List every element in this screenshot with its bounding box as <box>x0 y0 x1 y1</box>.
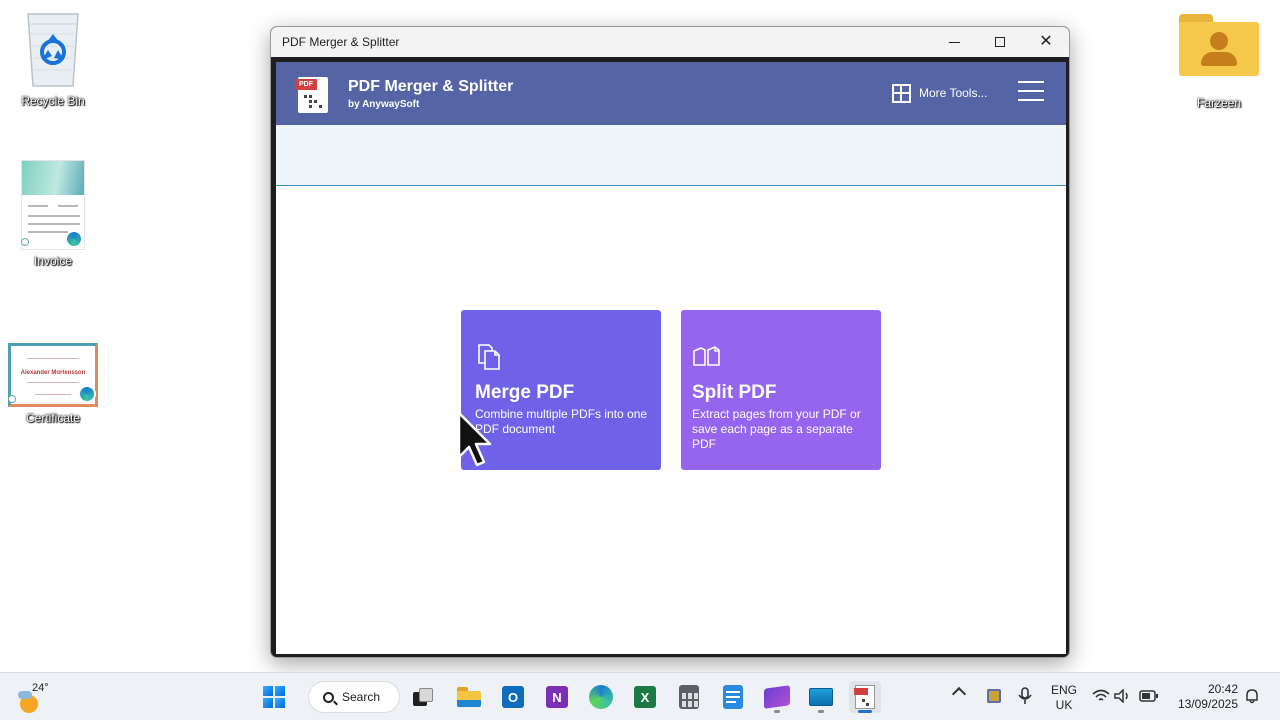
volume-icon[interactable] <box>1113 685 1133 707</box>
split-pdf-card[interactable]: Split PDF Extract pages from your PDF or… <box>681 310 881 470</box>
pdf-merger-icon <box>854 685 875 709</box>
taskbar-remote-desktop[interactable] <box>805 681 837 713</box>
task-view-button[interactable] <box>407 681 439 713</box>
battery-icon[interactable] <box>1139 685 1159 707</box>
desktop-icon-label: Recycle Bin <box>21 94 85 108</box>
app-name: PDF Merger & Splitter <box>348 78 514 95</box>
sync-status-icon <box>8 395 16 403</box>
taskbar-outlook[interactable]: O <box>497 681 529 713</box>
search-label: Search <box>342 690 381 704</box>
lang-region: UK <box>1055 698 1073 712</box>
app-byline: by AnywaySoft <box>348 99 420 110</box>
card-title: Merge PDF <box>475 382 575 403</box>
app-header: PDF PDF Merger & Splitter by AnywaySoft … <box>276 62 1066 125</box>
clock-time: 20:42 <box>1207 682 1238 696</box>
window-app-icon <box>809 688 833 706</box>
weather-widget[interactable]: 24° <box>18 681 68 713</box>
minimize-icon <box>948 41 960 43</box>
taskbar-excel[interactable]: X <box>629 681 661 713</box>
taskbar: 24° Search O N X ENG UK 20:42 13/09/2025 <box>0 672 1280 720</box>
card-description: Extract pages from your PDF or save each… <box>692 407 861 451</box>
desktop-icon-label: Certificate <box>25 411 81 425</box>
card-title: Split PDF <box>692 382 777 403</box>
taskbar-calculator[interactable] <box>673 681 705 713</box>
menu-button[interactable] <box>1018 81 1044 101</box>
app-logo-tag: PDF <box>295 79 317 90</box>
sync-status-icon <box>21 238 29 246</box>
tray-app-icon[interactable] <box>984 685 1004 707</box>
close-icon: ✕ <box>1039 33 1053 50</box>
system-clock[interactable]: 20:42 13/09/2025 <box>1170 682 1238 712</box>
microphone-icon[interactable] <box>1015 685 1035 707</box>
running-indicator <box>774 710 780 713</box>
edge-icon <box>65 230 83 248</box>
desktop-icon-label: Invoice <box>33 254 73 268</box>
desktop-icon-invoice[interactable]: Invoice <box>0 160 108 268</box>
certificate-thumb-name: Alexander Mortensson <box>20 370 86 376</box>
edge-icon <box>589 685 613 709</box>
card-description: Combine multiple PDFs into one PDF docum… <box>475 407 648 436</box>
taskbar-notepad[interactable] <box>717 681 749 713</box>
notifications-icon[interactable] <box>1244 688 1260 704</box>
minimize-button[interactable] <box>931 27 977 57</box>
taskbar-file-explorer[interactable] <box>453 681 485 713</box>
app-logo-icon: PDF <box>295 77 328 113</box>
window-titlebar[interactable]: PDF Merger & Splitter ✕ <box>271 27 1069 57</box>
app-client-area: PDF PDF Merger & Splitter by AnywaySoft … <box>276 62 1066 654</box>
app-window: PDF Merger & Splitter ✕ PDF PDF Merger &… <box>270 26 1070 658</box>
taskbar-search[interactable]: Search <box>308 681 400 713</box>
onenote-icon: N <box>546 686 568 708</box>
show-hidden-icons-chevron-icon[interactable] <box>951 686 967 702</box>
close-button[interactable]: ✕ <box>1023 27 1069 57</box>
maximize-button[interactable] <box>977 27 1023 57</box>
taskbar-pdf-merger[interactable] <box>849 681 881 713</box>
notepad-icon <box>723 685 743 709</box>
maximize-icon <box>995 37 1005 47</box>
more-tools-label: More Tools... <box>919 86 988 100</box>
lang-primary: ENG <box>1050 683 1077 697</box>
wifi-icon[interactable] <box>1091 685 1111 707</box>
running-indicator <box>858 710 872 713</box>
folder-icon <box>457 687 481 707</box>
input-language-indicator[interactable]: ENG UK <box>1048 683 1080 713</box>
search-icon <box>323 691 334 703</box>
merge-pages-icon <box>478 344 500 370</box>
video-editor-icon <box>764 685 790 709</box>
taskbar-onenote[interactable]: N <box>541 681 573 713</box>
weather-temperature: 24° <box>32 682 49 694</box>
desktop-icon-user-folder[interactable]: Farzeen <box>1164 14 1274 110</box>
excel-icon: X <box>634 686 656 708</box>
grid-icon <box>892 83 911 103</box>
desktop-icon-certificate[interactable]: Alexander Mortensson Certificate <box>0 343 108 425</box>
task-view-icon <box>413 688 433 706</box>
window-title: PDF Merger & Splitter <box>282 35 400 49</box>
mouse-cursor-icon <box>457 411 492 467</box>
weather-cloud-icon <box>18 691 32 699</box>
more-tools-button[interactable]: More Tools... <box>892 82 987 104</box>
calculator-icon <box>679 685 699 709</box>
toolbar-strip <box>276 125 1066 186</box>
split-pages-icon <box>693 346 720 366</box>
desktop-icon-recycle-bin[interactable]: Recycle Bin <box>0 6 108 108</box>
start-button[interactable] <box>258 681 290 713</box>
recycle-bin-icon <box>27 13 79 87</box>
outlook-icon: O <box>502 686 524 708</box>
windows-logo-icon <box>263 686 285 708</box>
clock-date: 13/09/2025 <box>1177 697 1238 711</box>
user-folder-icon <box>1179 14 1259 76</box>
running-indicator <box>818 710 824 713</box>
desktop-icon-label: Farzeen <box>1196 96 1242 110</box>
edge-icon <box>78 385 96 403</box>
taskbar-edge[interactable] <box>585 681 617 713</box>
taskbar-clipchamp[interactable] <box>761 681 793 713</box>
